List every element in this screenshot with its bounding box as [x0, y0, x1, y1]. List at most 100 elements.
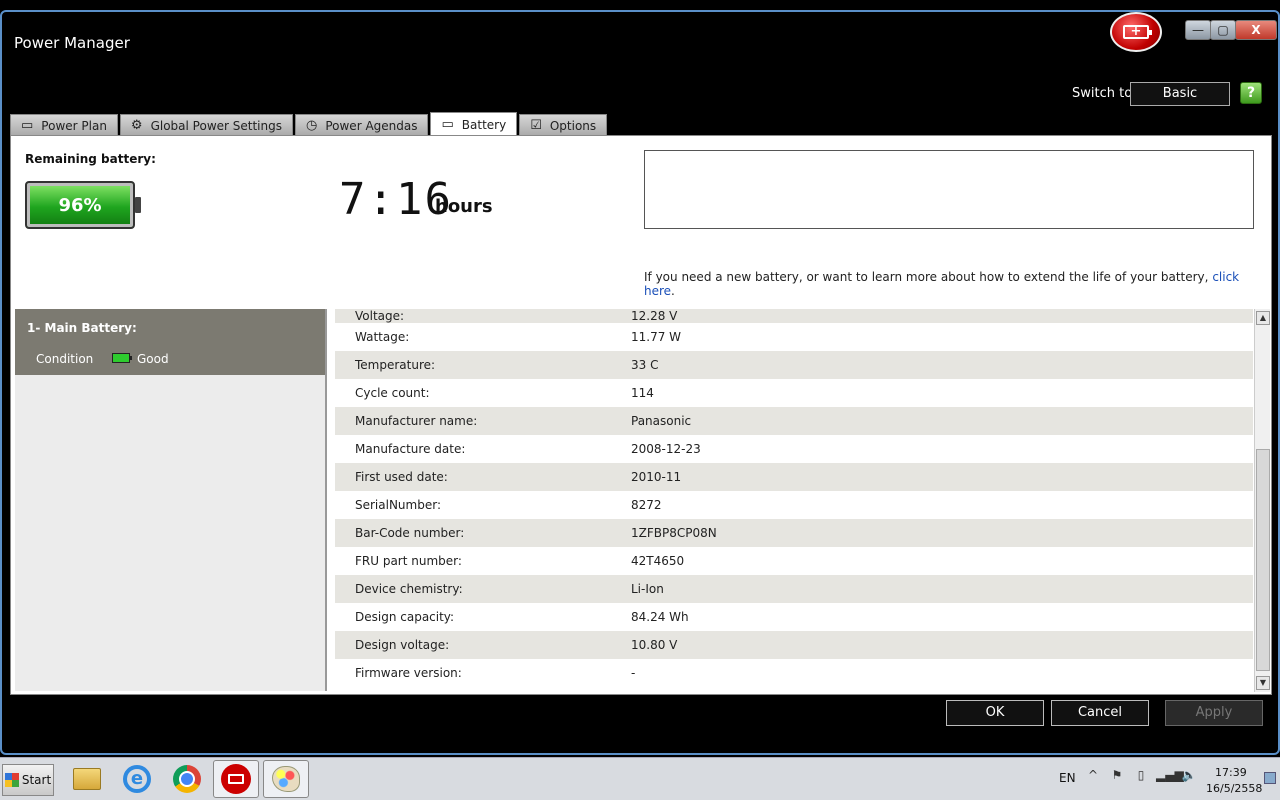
- detail-value: 1ZFBP8CP08N: [631, 526, 717, 540]
- info-suffix: .: [671, 284, 675, 298]
- power-manager-icon[interactable]: [213, 760, 259, 798]
- help-icon[interactable]: ?: [1240, 82, 1262, 104]
- detail-key: Wattage:: [355, 330, 410, 344]
- battery-condition-icon: [112, 353, 132, 363]
- tab-power-agendas[interactable]: ◷ Power Agendas: [295, 114, 429, 136]
- detail-key: Manufacturer name:: [355, 414, 478, 428]
- switch-to-label: Switch to:: [1072, 86, 1137, 101]
- detail-row: Manufacture date: 2008-12-23: [335, 435, 1253, 463]
- internet-explorer-icon[interactable]: e: [114, 760, 160, 798]
- paint-icon[interactable]: [263, 760, 309, 798]
- detail-row: Bar-Code number: 1ZFBP8CP08N: [335, 519, 1253, 547]
- detail-key: FRU part number:: [355, 554, 462, 568]
- network-signal-icon[interactable]: ▂▄▆: [1156, 768, 1184, 782]
- tab-label: Options: [549, 118, 597, 133]
- detail-key: Device chemistry:: [355, 582, 463, 596]
- show-hidden-icons-icon[interactable]: ^: [1084, 768, 1102, 782]
- condition-label: Condition: [36, 352, 94, 366]
- apply-button[interactable]: Apply: [1165, 700, 1263, 726]
- detail-row: Wattage: 11.77 W: [335, 323, 1253, 351]
- detail-value: 10.80 V: [631, 638, 678, 652]
- taskbar: Start e EN ^ ⚑ ▯ ▂▄▆ 🔈 17:39 16/5/2558: [0, 757, 1280, 800]
- tab-battery[interactable]: ▭ Battery: [430, 112, 518, 136]
- battery-info-text: If you need a new battery, or want to le…: [644, 270, 1271, 298]
- detail-value: 33 C: [631, 358, 659, 372]
- detail-key: Manufacture date:: [355, 442, 466, 456]
- clock-date[interactable]: 16/5/2558: [1206, 782, 1262, 795]
- minimize-button[interactable]: —: [1185, 20, 1211, 40]
- battery-level-indicator: 96%: [25, 181, 141, 229]
- detail-value: 114: [631, 386, 654, 400]
- start-label: Start: [21, 773, 52, 787]
- detail-value: 84.24 Wh: [631, 610, 689, 624]
- detail-row: FRU part number: 42T4650: [335, 547, 1253, 575]
- detail-row: Manufacturer name: Panasonic: [335, 407, 1253, 435]
- detail-key: First used date:: [355, 470, 448, 484]
- tab-bar: ▭ Power Plan ⚙ Global Power Settings ◷ P…: [10, 112, 608, 136]
- tab-options[interactable]: ☑ Options: [519, 114, 608, 136]
- detail-key: Design capacity:: [355, 610, 455, 624]
- show-desktop-button[interactable]: [1264, 772, 1276, 784]
- system-tray: ^ ⚑ ▯ ▂▄▆ 🔈: [1084, 768, 1198, 782]
- app-logo-icon: +: [1110, 12, 1162, 52]
- scroll-thumb[interactable]: [1256, 449, 1270, 671]
- file-explorer-icon[interactable]: [64, 760, 110, 798]
- battery-name: 1- Main Battery:: [27, 321, 137, 335]
- ie-glyph: e: [123, 765, 151, 793]
- detail-value: 42T4650: [631, 554, 685, 568]
- detail-key: Temperature:: [355, 358, 436, 372]
- battery-tab-content: Remaining battery: 96% 7:16 hours If you…: [10, 135, 1272, 695]
- scroll-up-arrow-icon[interactable]: ▲: [1256, 311, 1270, 325]
- scroll-down-arrow-icon[interactable]: ▼: [1256, 676, 1270, 690]
- remaining-time-unit: hours: [435, 196, 493, 217]
- battery-tray-icon[interactable]: ▯: [1132, 768, 1150, 782]
- detail-row: Device chemistry: Li-Ion: [335, 575, 1253, 603]
- tab-label: Global Power Settings: [150, 118, 282, 133]
- detail-key: Bar-Code number:: [355, 526, 465, 540]
- detail-row: Design voltage: 10.80 V: [335, 631, 1253, 659]
- detail-value: 2010-11: [631, 470, 682, 484]
- details-scrollbar[interactable]: ▲ ▼: [1254, 309, 1270, 692]
- detail-row: Firmware version: -: [335, 659, 1253, 687]
- detail-key: Cycle count:: [355, 386, 430, 400]
- ok-button[interactable]: OK: [946, 700, 1044, 726]
- start-button[interactable]: Start: [2, 764, 54, 796]
- close-button[interactable]: X: [1235, 20, 1277, 40]
- detail-key: Firmware version:: [355, 666, 462, 680]
- gear-icon: ⚙: [130, 118, 143, 133]
- detail-value: 2008-12-23: [631, 442, 701, 456]
- switch-basic-button[interactable]: Basic: [1130, 82, 1230, 106]
- detail-value: 11.77 W: [631, 330, 682, 344]
- condition-value: Good: [137, 352, 169, 366]
- laptop-icon: ▭: [21, 118, 34, 133]
- detail-key: Voltage:: [355, 309, 405, 323]
- action-center-icon[interactable]: ⚑: [1108, 768, 1126, 782]
- detail-value: 12.28 V: [631, 309, 678, 323]
- detail-row: Voltage: 12.28 V: [335, 309, 1253, 323]
- info-text: If you need a new battery, or want to le…: [644, 270, 1209, 284]
- checkbox-icon: ☑: [530, 118, 542, 133]
- chrome-icon[interactable]: [164, 760, 210, 798]
- detail-row: Design capacity: 84.24 Wh: [335, 603, 1253, 631]
- detail-value: Panasonic: [631, 414, 692, 428]
- tab-label: Battery: [461, 117, 507, 132]
- battery-details-table: Voltage: 12.28 V Wattage: 11.77 W Temperatur…: [335, 309, 1253, 692]
- battery-list-item[interactable]: 1- Main Battery: Condition Good: [15, 309, 325, 375]
- battery-icon: ▭: [441, 117, 454, 132]
- cancel-button[interactable]: Cancel: [1051, 700, 1149, 726]
- remaining-battery-label: Remaining battery:: [25, 152, 156, 166]
- maximize-button[interactable]: ▢: [1210, 20, 1236, 40]
- language-indicator[interactable]: EN: [1059, 771, 1076, 785]
- clock-icon: ◷: [306, 118, 318, 133]
- battery-list-panel: 1- Main Battery: Condition Good: [15, 309, 327, 691]
- volume-icon[interactable]: 🔈: [1180, 768, 1198, 782]
- detail-key: Design voltage:: [355, 638, 450, 652]
- battery-percent: 96%: [58, 194, 102, 216]
- clock-time[interactable]: 17:39: [1215, 766, 1247, 779]
- detail-row: SerialNumber: 8272: [335, 491, 1253, 519]
- tab-power-plan[interactable]: ▭ Power Plan: [10, 114, 118, 136]
- detail-key: SerialNumber:: [355, 498, 441, 512]
- tab-label: Power Plan: [41, 118, 107, 133]
- detail-value: -: [631, 666, 636, 680]
- tab-global-power-settings[interactable]: ⚙ Global Power Settings: [119, 114, 293, 136]
